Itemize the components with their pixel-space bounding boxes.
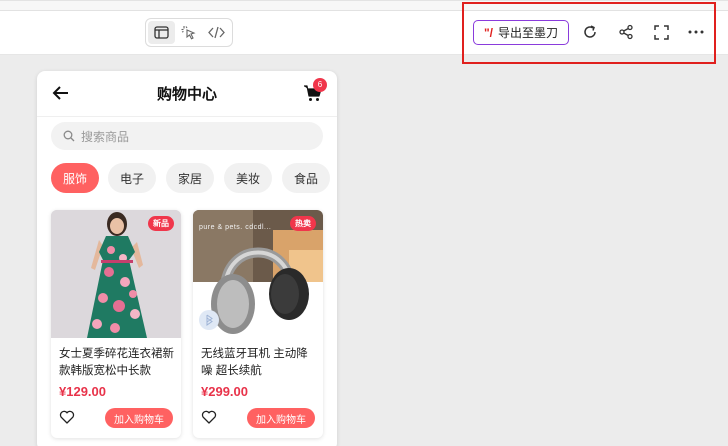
category-tabs: 服饰 电子 家居 美妆 食品 <box>51 163 337 193</box>
product-card[interactable]: 新品 女士夏季碎花连衣裙新款韩版宽松中长款 ¥129.00 加入购物车 <box>51 210 181 438</box>
category-tab-food[interactable]: 食品 <box>282 163 330 193</box>
more-options-button[interactable] <box>686 22 706 42</box>
code-icon <box>207 26 225 39</box>
fullscreen-icon <box>653 24 669 40</box>
cart-count-badge: 6 <box>313 78 327 92</box>
category-tab-beauty[interactable]: 美妆 <box>224 163 272 193</box>
product-title: 女士夏季碎花连衣裙新款韩版宽松中长款 <box>59 348 174 377</box>
hot-badge: 热卖 <box>290 216 316 231</box>
category-tab-clothing[interactable]: 服饰 <box>51 163 99 193</box>
export-to-modao-button[interactable]: "/ 导出至墨刀 <box>473 20 569 45</box>
view-mode-switch <box>145 18 233 47</box>
add-to-cart-button[interactable]: 加入购物车 <box>247 408 315 428</box>
new-badge: 新品 <box>148 216 174 231</box>
product-image-headphones: pure & pets. cdcdl... 热卖 <box>193 210 323 338</box>
preview-mode-button[interactable] <box>148 21 176 44</box>
page-title: 购物中心 <box>156 86 217 103</box>
code-mode-button[interactable] <box>203 21 230 44</box>
search-input[interactable]: 搜索商品 <box>51 122 323 150</box>
search-placeholder: 搜索商品 <box>81 129 130 144</box>
share-button[interactable] <box>616 22 636 42</box>
app-header: 购物中心 6 <box>37 71 337 117</box>
refresh-icon <box>584 25 596 38</box>
product-title: 无线蓝牙耳机 主动降噪 超长续航 <box>201 348 308 377</box>
product-price: ¥129.00 <box>59 384 106 399</box>
refresh-button[interactable] <box>580 22 600 42</box>
product-image-caption: pure & pets. cdcdl... <box>199 224 272 231</box>
product-price: ¥299.00 <box>201 384 248 399</box>
select-mode-button[interactable] <box>175 21 202 44</box>
export-label: 导出至墨刀 <box>498 26 559 40</box>
search-icon <box>63 130 75 142</box>
add-to-cart-button[interactable]: 加入购物车 <box>105 408 173 428</box>
modao-logo-icon: "/ <box>483 25 493 40</box>
category-tab-home[interactable]: 家居 <box>166 163 214 193</box>
product-card[interactable]: pure & pets. cdcdl... 热卖 无线蓝牙耳机 主动降噪 超长续… <box>193 210 323 438</box>
share-icon <box>619 24 633 40</box>
heart-icon[interactable] <box>59 409 75 425</box>
pointer-select-icon <box>181 25 196 40</box>
product-image-dress: 新品 <box>51 210 181 338</box>
mobile-preview: 购物中心 6 搜索商品 服饰 电子 家居 美妆 食品 新品 女士夏季碎花连衣裙新… <box>37 71 337 446</box>
fullscreen-button[interactable] <box>651 22 671 42</box>
more-icon <box>688 30 704 34</box>
window-icon <box>154 26 169 39</box>
heart-icon[interactable] <box>201 409 217 425</box>
category-tab-electronics[interactable]: 电子 <box>108 163 156 193</box>
